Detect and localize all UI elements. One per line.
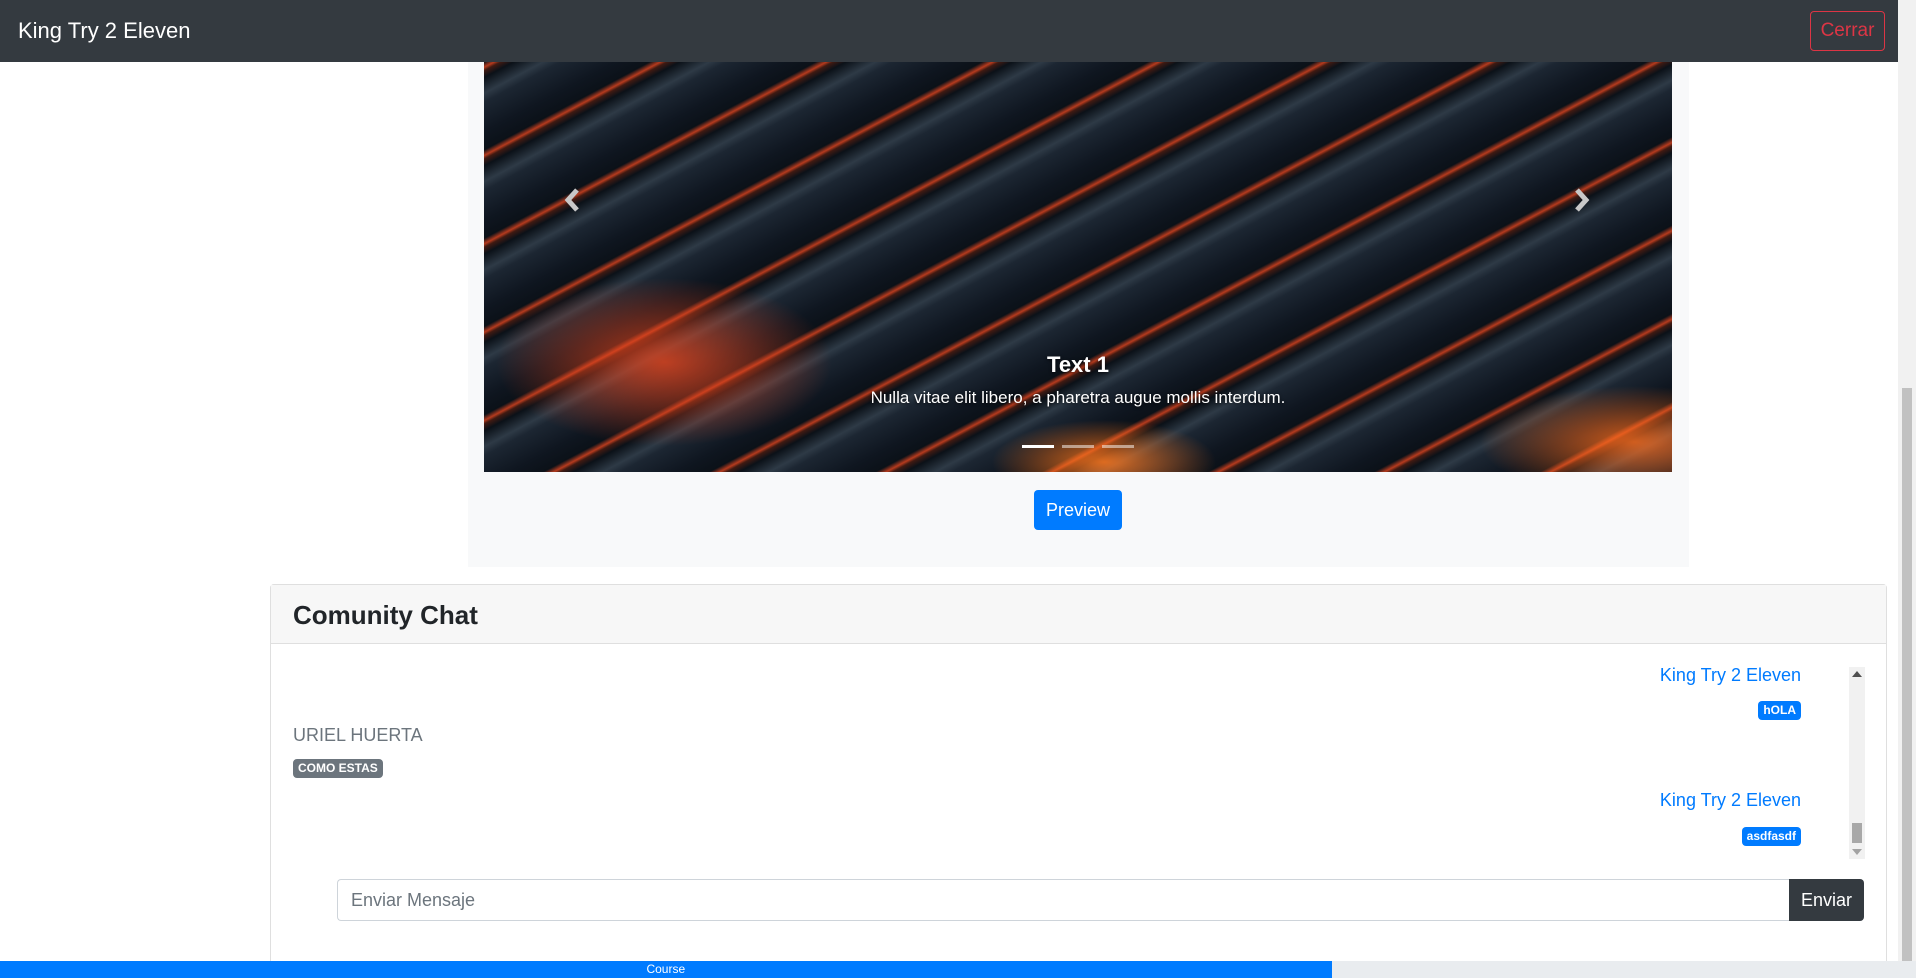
page-scrollbar-thumb[interactable]: [1902, 388, 1912, 963]
message-badge: asdfasdf: [1741, 827, 1801, 846]
carousel-indicator-3[interactable]: [1102, 445, 1134, 448]
chevron-left-icon: [564, 188, 579, 212]
message-input[interactable]: [337, 879, 1789, 921]
message-badge: COMO ESTAS: [293, 759, 383, 778]
preview-button[interactable]: Preview: [1034, 490, 1122, 530]
chevron-right-icon: [1575, 188, 1590, 212]
community-chat-card: Comunity Chat King Try 2 Eleven hOLA URI…: [270, 584, 1887, 978]
scroll-up-icon[interactable]: [1852, 671, 1862, 677]
navbar: King Try 2 Eleven Cerrar: [0, 0, 1898, 62]
navbar-brand[interactable]: King Try 2 Eleven: [18, 18, 190, 44]
carousel-prev-button[interactable]: [557, 180, 587, 220]
chat-scrollbar[interactable]: [1849, 667, 1865, 859]
message-sender: King Try 2 Eleven: [1659, 790, 1801, 810]
send-button[interactable]: Enviar: [1789, 879, 1864, 921]
message-sender: King Try 2 Eleven: [1659, 665, 1801, 685]
image-carousel: Text 1 Nulla vitae elit libero, a pharet…: [484, 62, 1672, 472]
chat-header: Comunity Chat: [271, 585, 1886, 644]
course-progress-bar: Course: [0, 961, 1332, 978]
chat-title: Comunity Chat: [293, 600, 478, 630]
carousel-indicator-1[interactable]: [1022, 445, 1054, 448]
page-scrollbar[interactable]: [1898, 0, 1916, 978]
carousel-indicator-2[interactable]: [1062, 445, 1094, 448]
close-button[interactable]: Cerrar: [1810, 11, 1885, 51]
chat-scrollbar-thumb[interactable]: [1852, 823, 1862, 843]
course-progress: Course: [0, 961, 1916, 978]
slide-caption-text: Nulla vitae elit libero, a pharetra augu…: [870, 388, 1286, 407]
slide-caption-title: Text 1: [1047, 352, 1109, 377]
carousel-next-button[interactable]: [1567, 180, 1597, 220]
scroll-down-icon[interactable]: [1852, 849, 1862, 855]
message-badge: hOLA: [1758, 701, 1801, 720]
carousel-indicators: [1022, 440, 1142, 454]
message-input-group: Enviar: [337, 879, 1867, 921]
message-sender: URIEL HUERTA: [293, 725, 423, 745]
chat-messages: King Try 2 Eleven hOLA URIEL HUERTA COMO…: [271, 663, 1861, 863]
